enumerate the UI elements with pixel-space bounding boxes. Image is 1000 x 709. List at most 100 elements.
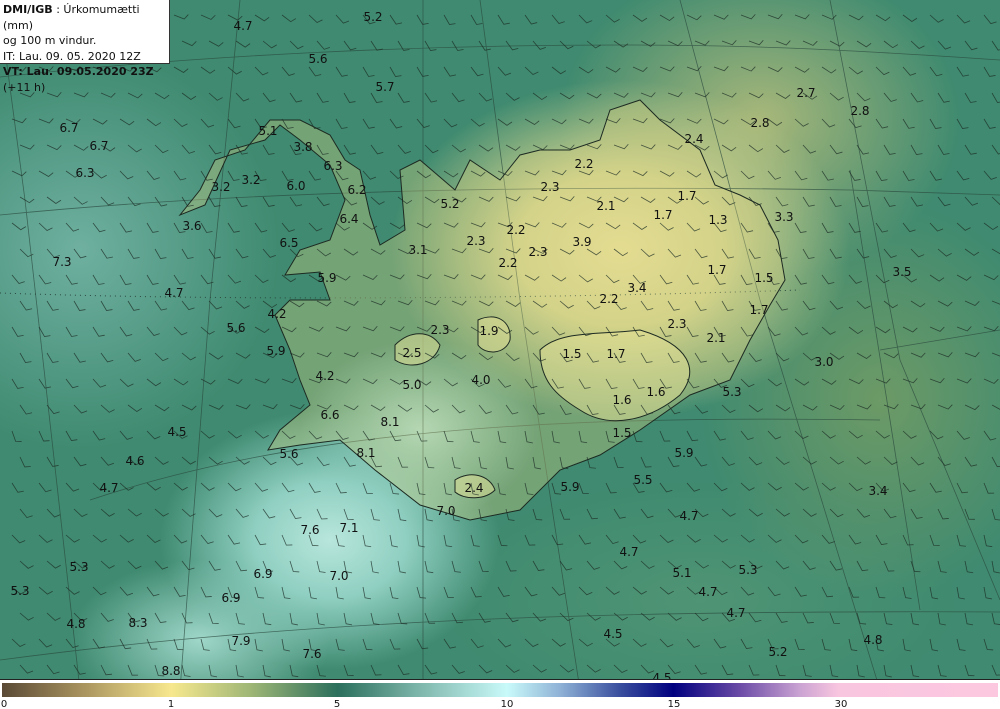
precipitation-map[interactable]: 4.7 5.2 5.6 5.7 6.7 6.7 6.3 5.1 3.8 6.3 3.2 3.2 6.0 6… — [0, 0, 1000, 679]
wind-barb — [308, 430, 323, 440]
wind-barb — [200, 482, 215, 491]
wind-barb — [389, 14, 403, 25]
wind-barb — [416, 326, 432, 332]
wind-barb — [38, 586, 53, 595]
wind-barb — [227, 482, 242, 492]
wind-barb — [281, 66, 295, 76]
wind-barb — [46, 144, 62, 151]
precip-value-label: 5.7 — [375, 80, 395, 94]
wind-barb — [389, 482, 400, 495]
wind-barb — [740, 14, 756, 20]
wind-barb — [910, 560, 921, 573]
wind-barb — [416, 430, 428, 442]
wind-barb — [289, 612, 298, 626]
wind-barb — [775, 560, 790, 570]
wind-barb — [254, 66, 269, 76]
wind-barb — [11, 430, 22, 442]
wind-barb — [929, 638, 939, 652]
wind-barb — [362, 274, 378, 280]
wind-barb — [586, 560, 600, 570]
wind-barb — [937, 196, 951, 207]
precip-value-label: 2.2 — [574, 157, 594, 171]
wind-barb — [505, 144, 521, 151]
wind-barb — [937, 300, 953, 307]
wind-barb — [605, 482, 617, 494]
wind-barb — [956, 274, 972, 281]
wind-barb — [829, 300, 844, 310]
wind-barb — [937, 40, 952, 50]
wind-barb — [902, 482, 916, 493]
wind-barb — [586, 300, 601, 310]
wind-barb — [497, 14, 510, 25]
wind-barb — [443, 118, 458, 128]
wind-barb — [794, 66, 810, 73]
wind-barb — [38, 170, 54, 177]
wind-barb — [821, 378, 837, 385]
wind-barb — [586, 352, 600, 363]
precip-value-label: 8.1 — [356, 446, 376, 460]
wind-barb — [505, 196, 521, 202]
wind-barb — [505, 352, 520, 361]
wind-barb — [200, 638, 210, 651]
wind-barb — [659, 482, 673, 493]
precip-value-label: 5.9 — [266, 344, 286, 358]
wind-barb — [397, 456, 409, 468]
wind-barb — [235, 92, 250, 102]
wind-barb — [686, 66, 702, 72]
wind-barb — [694, 612, 709, 622]
wind-barb — [964, 92, 977, 103]
wind-barb — [208, 560, 221, 571]
wind-barb — [875, 586, 886, 599]
wind-barb — [227, 118, 241, 129]
wind-barb — [92, 222, 106, 233]
colorbar-gradient — [2, 683, 998, 697]
wind-barb — [640, 300, 654, 311]
wind-barb — [713, 638, 727, 649]
wind-barb — [991, 352, 1000, 357]
wind-barb — [127, 560, 142, 570]
wind-barb — [964, 612, 974, 626]
wind-barb — [875, 534, 888, 545]
wind-barb — [937, 92, 950, 103]
wind-barb — [335, 14, 350, 24]
wind-barb — [235, 664, 244, 678]
forecast-map-view: 4.7 5.2 5.6 5.7 6.7 6.7 6.3 5.1 3.8 6.3 3.2 3.2 6.0 6… — [0, 0, 1000, 709]
wind-barb — [424, 92, 438, 103]
wind-barb — [956, 534, 966, 547]
wind-barb — [424, 456, 435, 469]
wind-barb — [794, 274, 807, 285]
precip-value-label: 2.7 — [796, 86, 816, 100]
wind-barb — [362, 482, 373, 494]
wind-barb — [821, 638, 831, 651]
wind-barb — [119, 534, 134, 543]
precip-value-label: 6.5 — [279, 236, 299, 250]
wind-barb — [181, 664, 191, 677]
wind-barb — [416, 222, 432, 229]
wind-barb — [11, 482, 24, 493]
wind-barb — [362, 430, 376, 441]
precip-value-label: 2.3 — [430, 323, 450, 337]
wind-barb — [19, 404, 33, 415]
wind-barb — [902, 118, 915, 129]
wind-barb — [767, 222, 780, 233]
wind-barb — [208, 404, 224, 410]
wind-barb — [686, 430, 699, 442]
precip-value-label: 2.3 — [528, 245, 548, 259]
wind-barb — [470, 14, 483, 25]
wind-barb — [659, 430, 671, 442]
wind-barb — [181, 300, 195, 311]
wind-barb — [46, 456, 59, 467]
wind-barb — [19, 248, 34, 258]
wind-barb — [694, 352, 707, 363]
wind-barb — [605, 586, 620, 595]
wind-barb — [505, 92, 520, 101]
wind-barb — [262, 92, 276, 103]
wind-barb — [316, 92, 329, 103]
wind-barb — [46, 352, 59, 363]
precip-value-label: 7.6 — [300, 523, 320, 537]
wind-barb — [659, 638, 674, 648]
wind-barb — [748, 352, 762, 362]
wind-barb — [991, 612, 1000, 625]
wind-barb — [532, 300, 548, 308]
wind-barb — [100, 664, 113, 676]
